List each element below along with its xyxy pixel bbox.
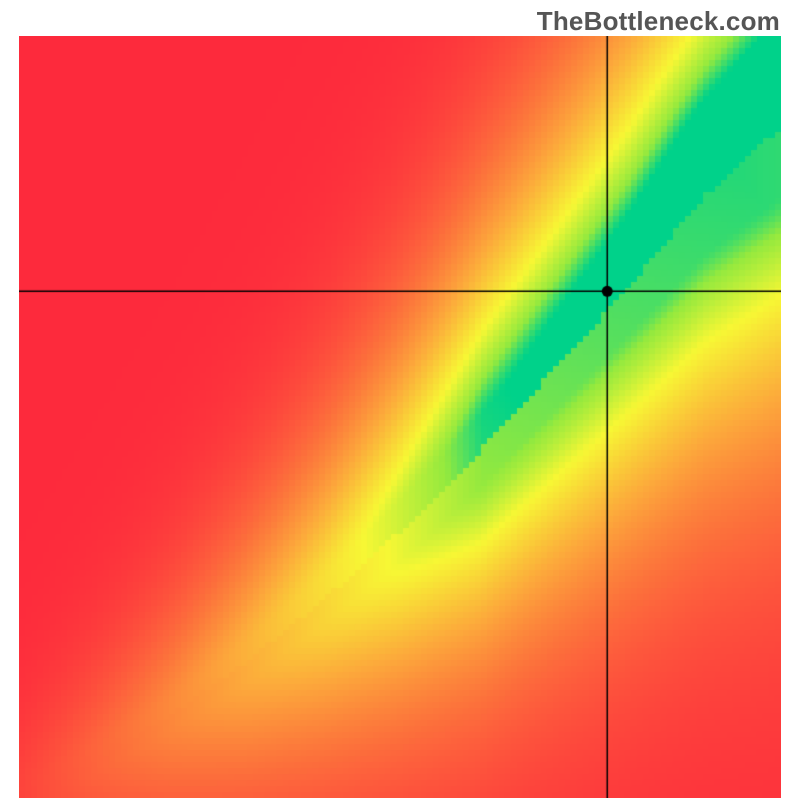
heatmap-plot [19, 36, 781, 798]
chart-container: TheBottleneck.com [0, 0, 800, 800]
heatmap-canvas [19, 36, 781, 798]
watermark-text: TheBottleneck.com [537, 6, 780, 37]
